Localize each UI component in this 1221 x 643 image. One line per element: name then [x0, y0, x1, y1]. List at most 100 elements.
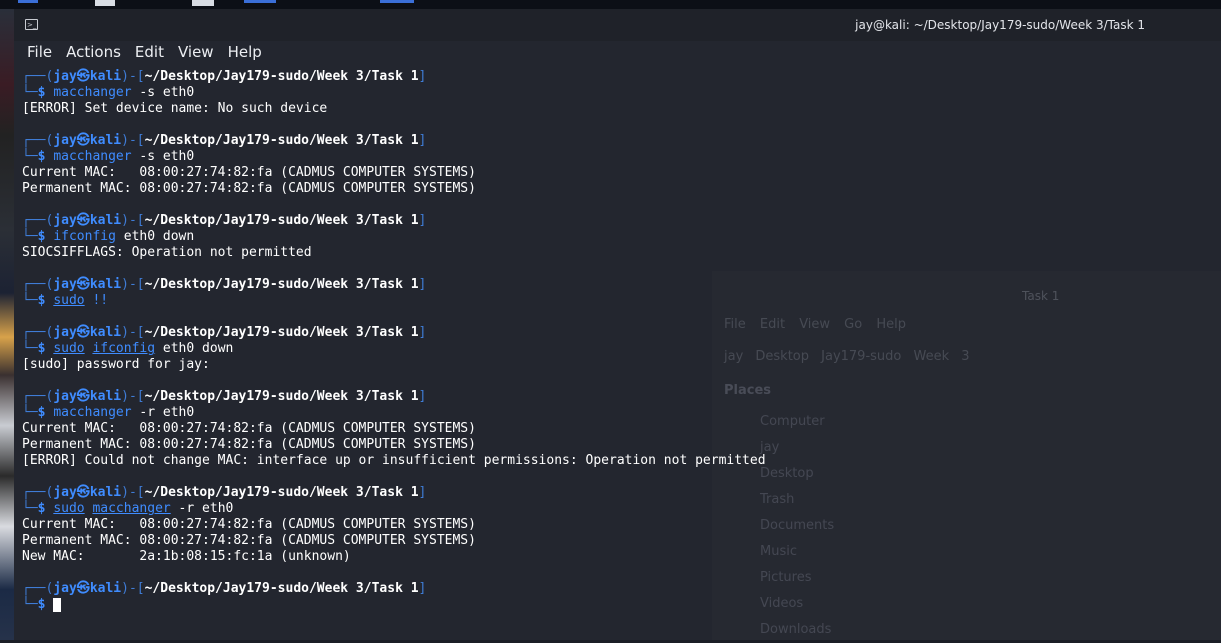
- menu-help[interactable]: Help: [228, 41, 262, 65]
- menu-file[interactable]: File: [27, 41, 52, 65]
- prompt-bracket: └─: [22, 341, 38, 356]
- prompt-dollar: $: [37, 405, 54, 420]
- prompt-at-symbol: ㉿: [76, 325, 90, 340]
- prompt-at-symbol: ㉿: [76, 133, 90, 148]
- command-name: macchanger: [53, 149, 132, 164]
- command-args: -s eth0: [131, 85, 195, 100]
- prompt-bracket: ┌──(: [22, 485, 54, 500]
- output-line: Current MAC: 08:00:27:74:82:fa (CADMUS C…: [22, 517, 476, 532]
- output-line: [ERROR] Could not change MAC: interface …: [22, 453, 766, 468]
- taskbar-app-icon[interactable]: [95, 0, 115, 6]
- command-line: └─$ sudo ifconfig eth0 down: [22, 341, 1212, 357]
- prompt-host: kali: [89, 389, 122, 404]
- prompt-dollar: $: [37, 229, 54, 244]
- prompt-user: jay: [53, 277, 77, 292]
- taskbar-app-icon[interactable]: [192, 0, 214, 6]
- output-line: [ERROR] Set device name: No such device: [22, 101, 328, 116]
- prompt-bracket: )-[: [121, 485, 145, 500]
- prompt-bracket: ┌──(: [22, 277, 54, 292]
- command-name: sudo: [53, 293, 85, 308]
- menu-actions[interactable]: Actions: [66, 41, 121, 65]
- prompt-bracket: ]: [418, 133, 427, 148]
- prompt-host: kali: [89, 213, 122, 228]
- prompt-header: ┌──(jay㉿kali)-[~/Desktop/Jay179-sudo/Wee…: [22, 485, 1212, 501]
- text-cursor: [53, 597, 62, 612]
- prompt-at-symbol: ㉿: [76, 213, 90, 228]
- command-name: macchanger: [53, 405, 132, 420]
- prompt-host: kali: [89, 133, 122, 148]
- prompt-bracket: ┌──(: [22, 389, 54, 404]
- prompt-dollar: $: [37, 149, 54, 164]
- command-line: └─$ ifconfig eth0 down: [22, 229, 1212, 245]
- command-args: !!: [84, 293, 109, 308]
- command-args: -r eth0: [131, 405, 195, 420]
- window-title: jay@kali: ~/Desktop/Jay179-sudo/Week 3/T…: [855, 18, 1145, 32]
- prompt-at-symbol: ㉿: [76, 485, 90, 500]
- prompt-user: jay: [53, 581, 77, 596]
- terminal-window: >_ jay@kali: ~/Desktop/Jay179-sudo/Week …: [14, 9, 1221, 640]
- prompt-bracket: )-[: [121, 69, 145, 84]
- taskbar-app-icon[interactable]: [18, 0, 38, 3]
- prompt-host: kali: [89, 485, 122, 500]
- prompt-bracket: ┌──(: [22, 325, 54, 340]
- prompt-dollar: $: [37, 293, 54, 308]
- command-line: └─$ macchanger -s eth0: [22, 149, 1212, 165]
- menu-view[interactable]: View: [178, 41, 214, 65]
- command-line: └─$ sudo !!: [22, 293, 1212, 309]
- output-line: Current MAC: 08:00:27:74:82:fa (CADMUS C…: [22, 421, 476, 436]
- prompt-cwd: ~/Desktop/Jay179-sudo/Week 3/Task 1: [144, 69, 419, 84]
- prompt-bracket: )-[: [121, 389, 145, 404]
- prompt-dollar: $: [37, 341, 54, 356]
- prompt-user: jay: [53, 325, 77, 340]
- command-args: -r eth0: [170, 501, 234, 516]
- output-line: Permanent MAC: 08:00:27:74:82:fa (CADMUS…: [22, 533, 476, 548]
- prompt-cwd: ~/Desktop/Jay179-sudo/Week 3/Task 1: [144, 389, 419, 404]
- output-line: Current MAC: 08:00:27:74:82:fa (CADMUS C…: [22, 165, 476, 180]
- taskbar-window-tab[interactable]: [380, 0, 414, 3]
- prompt-bracket: └─: [22, 229, 38, 244]
- command-name: sudo: [53, 501, 85, 516]
- prompt-header: ┌──(jay㉿kali)-[~/Desktop/Jay179-sudo/Wee…: [22, 69, 1212, 85]
- prompt-bracket: └─: [22, 149, 38, 164]
- prompt-dollar: $: [37, 597, 54, 612]
- prompt-header: ┌──(jay㉿kali)-[~/Desktop/Jay179-sudo/Wee…: [22, 133, 1212, 149]
- place-item: Downloads: [760, 622, 832, 637]
- prompt-cwd: ~/Desktop/Jay179-sudo/Week 3/Task 1: [144, 213, 419, 228]
- prompt-user: jay: [53, 69, 77, 84]
- desktop-icons-strip: [0, 9, 14, 640]
- prompt-header: ┌──(jay㉿kali)-[~/Desktop/Jay179-sudo/Wee…: [22, 213, 1212, 229]
- output-line: New MAC: 2a:1b:08:15:fc:1a (unknown): [22, 549, 351, 564]
- prompt-bracket: └─: [22, 501, 38, 516]
- prompt-bracket: └─: [22, 597, 38, 612]
- prompt-bracket: ]: [418, 277, 427, 292]
- command-name: macchanger: [53, 85, 132, 100]
- command-name: macchanger: [92, 501, 171, 516]
- command-name: ifconfig: [92, 341, 156, 356]
- prompt-host: kali: [89, 325, 122, 340]
- command-line: └─$ sudo macchanger -r eth0: [22, 501, 1212, 517]
- prompt-cwd: ~/Desktop/Jay179-sudo/Week 3/Task 1: [144, 325, 419, 340]
- prompt-bracket: ]: [418, 581, 427, 596]
- title-bar: >_ jay@kali: ~/Desktop/Jay179-sudo/Week …: [14, 9, 1221, 41]
- prompt-bracket: ]: [418, 485, 427, 500]
- prompt-bracket: ┌──(: [22, 69, 54, 84]
- prompt-bracket: )-[: [121, 581, 145, 596]
- prompt-at-symbol: ㉿: [76, 69, 90, 84]
- output-line: Permanent MAC: 08:00:27:74:82:fa (CADMUS…: [22, 437, 476, 452]
- prompt-bracket: ┌──(: [22, 133, 54, 148]
- menu-edit[interactable]: Edit: [135, 41, 164, 65]
- prompt-bracket: ]: [418, 389, 427, 404]
- prompt-header: ┌──(jay㉿kali)-[~/Desktop/Jay179-sudo/Wee…: [22, 325, 1212, 341]
- prompt-host: kali: [89, 69, 122, 84]
- prompt-bracket: ┌──(: [22, 213, 54, 228]
- prompt-at-symbol: ㉿: [76, 581, 90, 596]
- terminal-output[interactable]: ┌──(jay㉿kali)-[~/Desktop/Jay179-sudo/Wee…: [22, 69, 1212, 613]
- command-name: sudo: [53, 341, 85, 356]
- output-line: SIOCSIFFLAGS: Operation not permitted: [22, 245, 312, 260]
- taskbar-window-tab[interactable]: [244, 0, 276, 3]
- prompt-bracket: ]: [418, 69, 427, 84]
- prompt-cwd: ~/Desktop/Jay179-sudo/Week 3/Task 1: [144, 581, 419, 596]
- command-args: eth0 down: [115, 229, 195, 244]
